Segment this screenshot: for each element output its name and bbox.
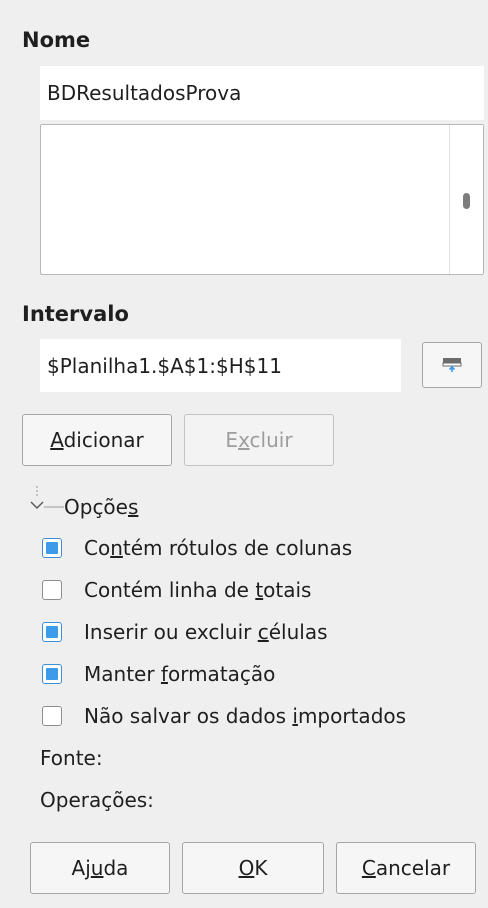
shrink-range-icon <box>442 358 462 372</box>
insert-delete-cells-checkbox[interactable] <box>42 622 62 642</box>
insert-delete-cells-checkbox-row[interactable]: Inserir ou excluir células <box>42 620 328 644</box>
keep-formatting-label: Manter formatação <box>84 662 276 686</box>
database-range-list[interactable] <box>40 124 484 275</box>
column-labels-checkbox-row[interactable]: Contém rótulos de colunas <box>42 536 352 560</box>
cancel-button[interactable]: Cancelar <box>336 842 476 894</box>
add-button[interactable]: Adicionar <box>22 414 172 466</box>
name-input[interactable]: BDResultadosProva <box>40 66 484 120</box>
list-scrollbar[interactable] <box>449 125 483 274</box>
chevron-down-icon <box>30 486 64 509</box>
keep-formatting-checkbox-row[interactable]: Manter formatação <box>42 662 275 686</box>
column-labels-checkbox[interactable] <box>42 538 62 558</box>
help-button[interactable]: Ajuda <box>30 842 170 894</box>
totals-row-label: Contém linha de totais <box>84 578 312 602</box>
delete-button[interactable]: Excluir <box>184 414 334 466</box>
range-heading: Intervalo <box>22 302 129 326</box>
source-label: Fonte: <box>40 746 103 770</box>
name-heading: Nome <box>22 28 91 52</box>
operations-label: Operações: <box>40 788 154 812</box>
range-input-value: $Planilha1.$A$1:$H$11 <box>47 353 282 378</box>
totals-row-checkbox[interactable] <box>42 580 62 600</box>
dont-save-imported-checkbox[interactable] <box>42 706 62 726</box>
shrink-range-button[interactable] <box>422 342 482 388</box>
scrollbar-thumb[interactable] <box>463 193 470 209</box>
totals-row-checkbox-row[interactable]: Contém linha de totais <box>42 578 311 602</box>
name-input-value: BDResultadosProva <box>47 81 242 105</box>
column-labels-label: Contém rótulos de colunas <box>84 536 353 560</box>
keep-formatting-checkbox[interactable] <box>42 664 62 684</box>
options-expander[interactable]: Opções <box>30 486 170 526</box>
ok-button[interactable]: OK <box>182 842 324 894</box>
dont-save-imported-label: Não salvar os dados importados <box>84 704 407 728</box>
options-expander-label: Opções <box>64 495 139 519</box>
dont-save-imported-checkbox-row[interactable]: Não salvar os dados importados <box>42 704 406 728</box>
range-input[interactable]: $Planilha1.$A$1:$H$11 <box>40 339 401 392</box>
insert-delete-cells-label: Inserir ou excluir células <box>84 620 328 644</box>
